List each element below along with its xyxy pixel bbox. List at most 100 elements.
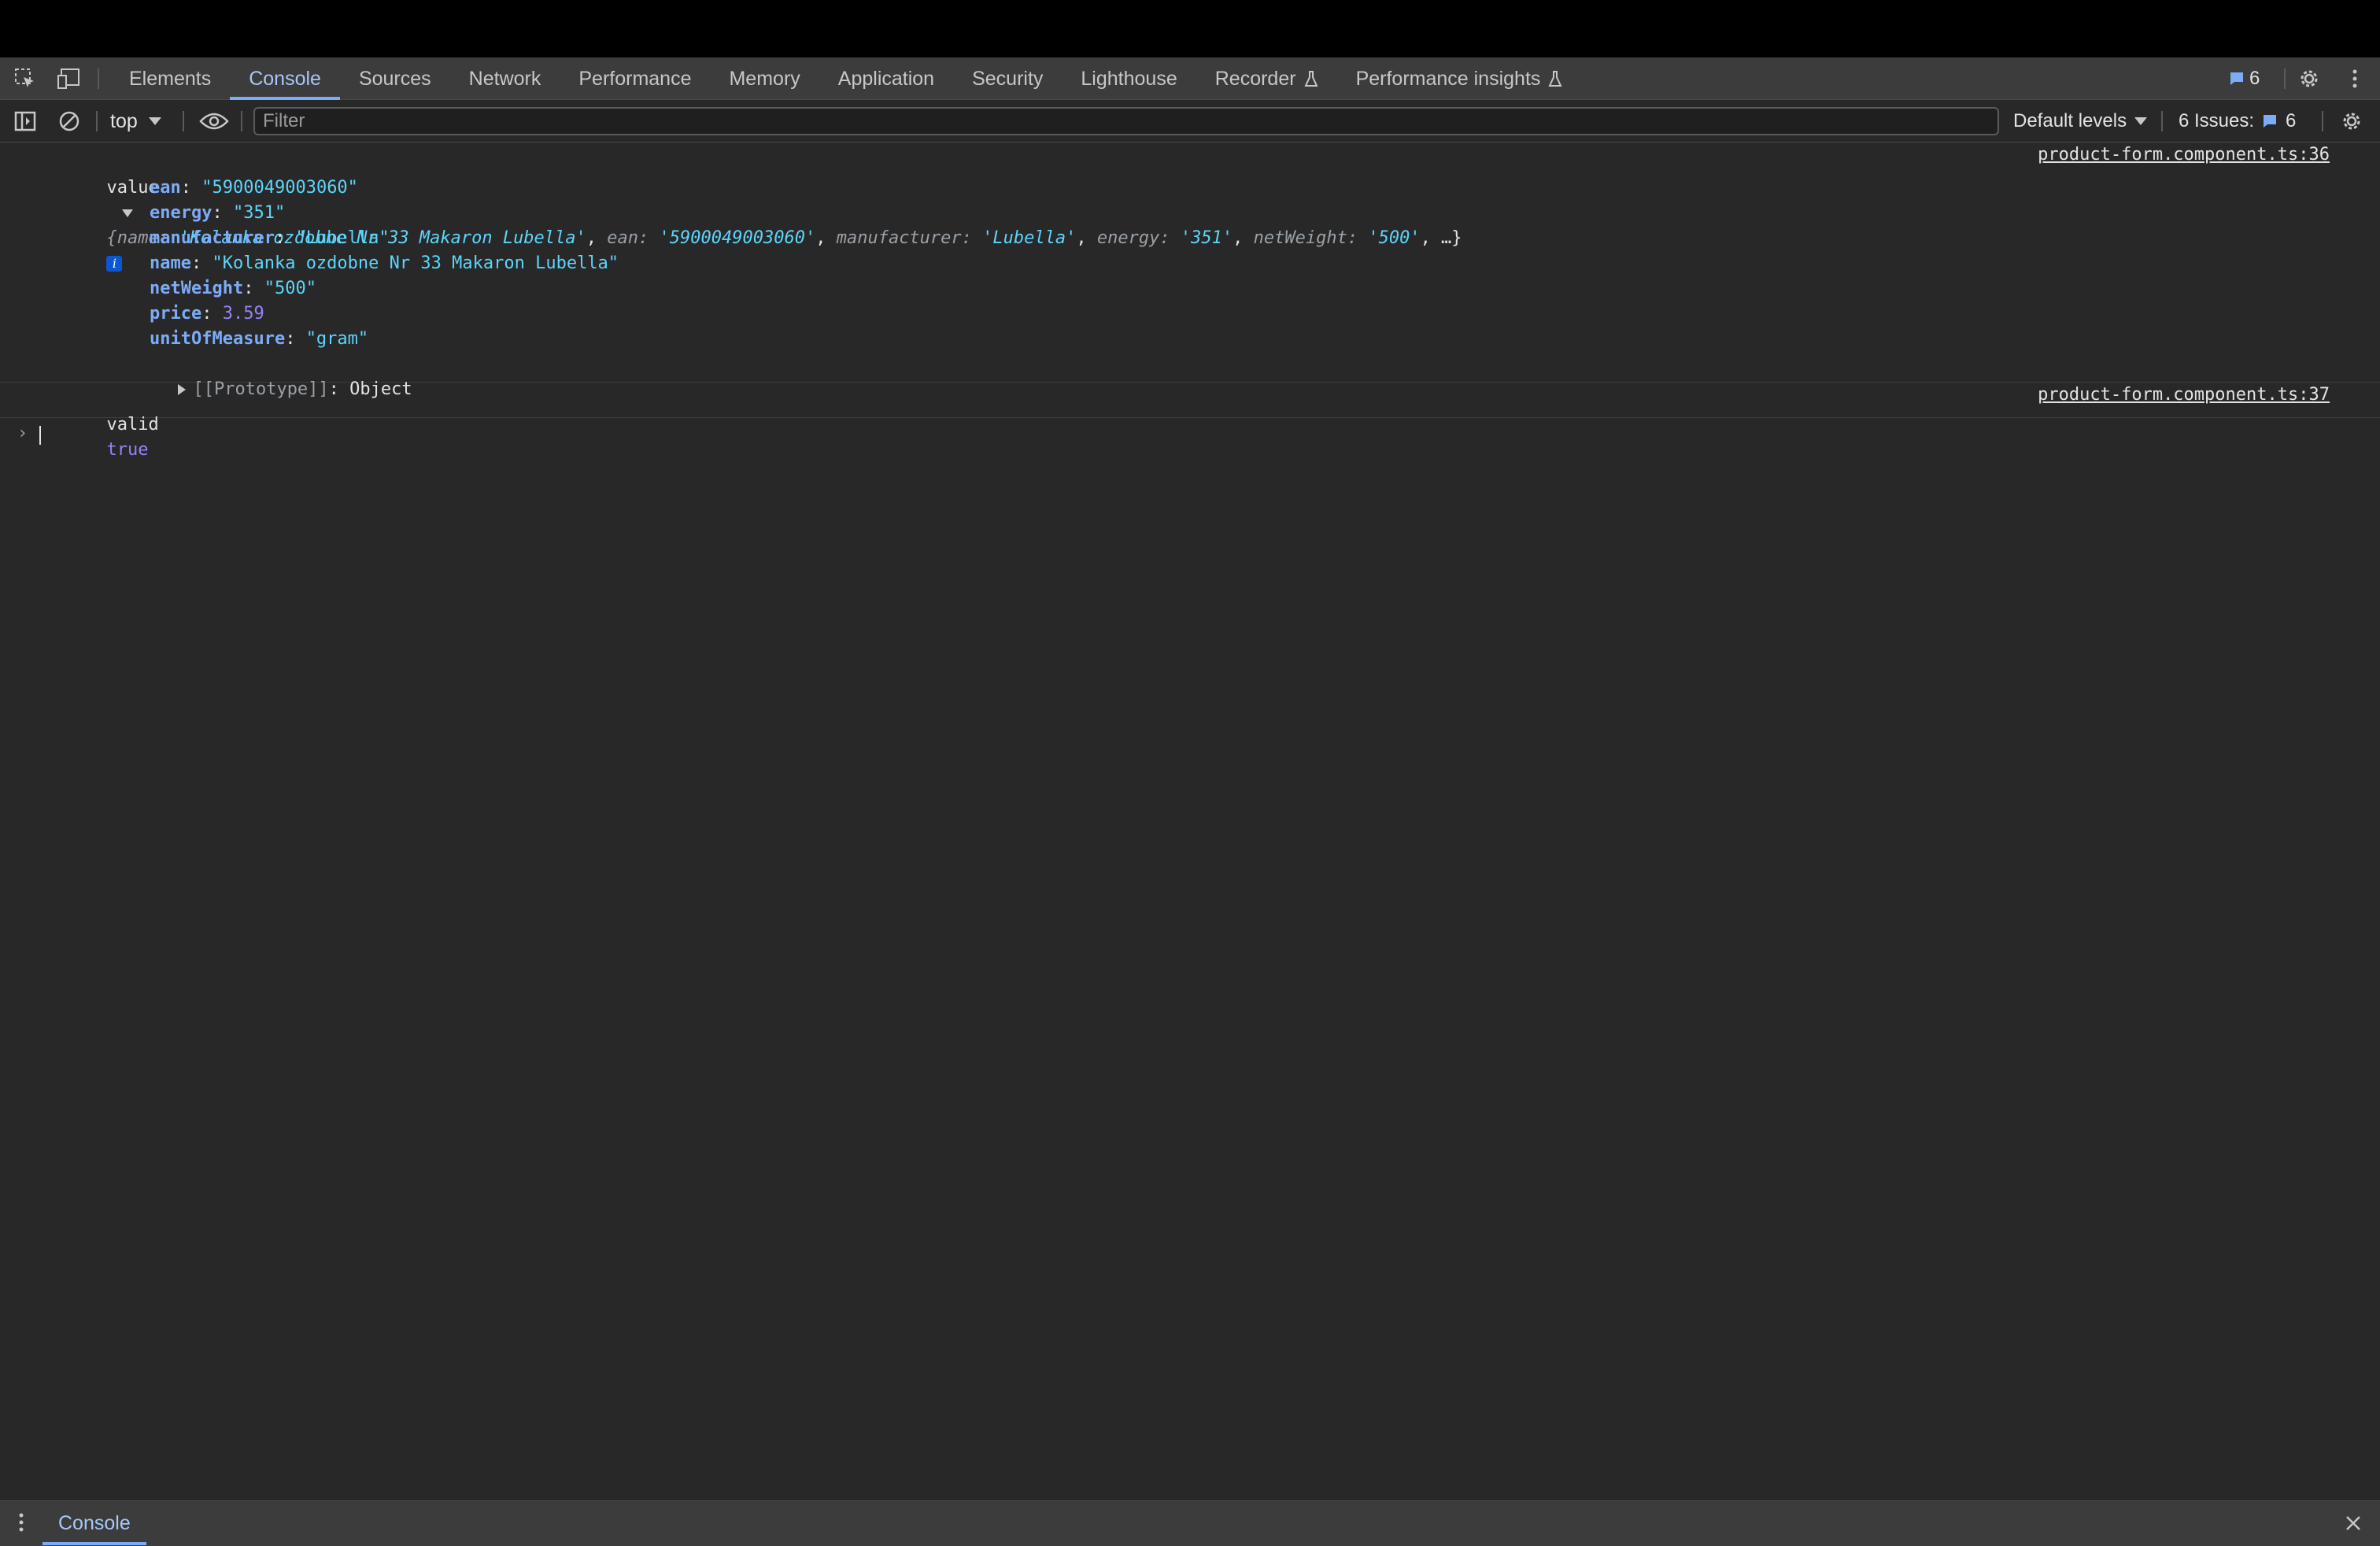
tab-label: Console (249, 68, 321, 90)
console-prompt[interactable]: › (0, 418, 2380, 453)
property-value: "Kolanka ozdobne Nr 33 Makaron Lubella" (212, 253, 619, 273)
console-settings-gear-icon[interactable] (2339, 109, 2364, 133)
tab-label: Lighthouse (1081, 68, 1177, 90)
devtools-main-tabbar: Elements Console Sources Network Performance… (0, 57, 2380, 100)
flask-icon (1548, 71, 1562, 87)
property-value: "Lubella" (295, 228, 390, 248)
object-preview-line[interactable]: value {name: 'Kolanka ozdobne Nr 33 Maka… (0, 150, 2380, 272)
message-icon (2264, 115, 2277, 128)
text-caret (39, 426, 41, 445)
bottom-drawer: Console (0, 1500, 2380, 1546)
console-toolbar: top Default levels 6 Issues: 6 (0, 100, 2380, 142)
preview-key: energy (1096, 228, 1160, 248)
property-key: energy (150, 203, 213, 223)
tab-label: Sources (358, 68, 431, 90)
drawer-tab-console[interactable]: Console (42, 1501, 146, 1545)
tab-performance[interactable]: Performance (560, 57, 710, 100)
tab-label: Network (468, 68, 541, 90)
dropdown-arrow-icon (148, 117, 161, 125)
property-value: 3.59 (222, 304, 264, 324)
message-count: 6 (2249, 68, 2260, 89)
tab-security[interactable]: Security (953, 57, 1062, 100)
inspect-element-icon[interactable] (13, 67, 38, 91)
property-key: name (150, 253, 191, 273)
divider (98, 68, 99, 89)
context-selector[interactable]: top (110, 108, 161, 135)
preview-value: 'Lubella' (982, 228, 1077, 248)
window-top-bar (0, 0, 2380, 57)
divider (96, 111, 98, 131)
tab-label: Performance insights (1355, 68, 1541, 90)
dropdown-arrow-icon (2134, 117, 2148, 125)
preview-value: '5900049003060' (659, 228, 816, 248)
prototype-line[interactable]: [[Prototype]]: Object (0, 352, 2380, 399)
preview-value: '351' (1180, 228, 1233, 248)
property-key: netWeight (150, 279, 244, 298)
property-row: energy: "351" (150, 203, 286, 223)
property-key: price (150, 304, 202, 324)
property-key: ean (150, 178, 181, 198)
tab-application[interactable]: Application (819, 57, 953, 100)
more-options-icon[interactable] (2342, 67, 2367, 91)
device-toolbar-icon[interactable] (57, 67, 82, 91)
tab-label: Performance (578, 68, 692, 90)
source-link[interactable]: product-form.component.ts:36 (2038, 142, 2330, 168)
divider (241, 111, 242, 131)
log-levels-dropdown[interactable]: Default levels (2013, 108, 2148, 135)
tab-recorder[interactable]: Recorder (1196, 57, 1337, 100)
divider (2322, 111, 2323, 131)
console-messages: value {name: 'Kolanka ozdobne Nr 33 Maka… (0, 142, 2380, 460)
divider (2161, 111, 2163, 131)
preview-tail: , …} (1420, 228, 1462, 248)
tab-label: Application (837, 68, 935, 90)
tab-sources[interactable]: Sources (340, 57, 450, 100)
tab-performance-insights[interactable]: Performance insights (1337, 57, 1582, 100)
preview-key: manufacturer (836, 228, 962, 248)
expanded-triangle-icon[interactable] (122, 209, 134, 218)
filter-input[interactable] (253, 107, 1999, 135)
tab-console[interactable]: Console (230, 57, 340, 100)
console-message-value: value {name: 'Kolanka ozdobne Nr 33 Maka… (0, 142, 2380, 399)
preview-value: '500' (1368, 228, 1421, 248)
tab-label: Memory (729, 68, 800, 90)
property-row: name: "Kolanka ozdobne Nr 33 Makaron Lub… (150, 253, 619, 273)
clear-console-icon[interactable] (57, 109, 82, 133)
property-key: unitOfMeasure (150, 329, 286, 349)
property-row: price: 3.59 (150, 304, 264, 324)
tab-lighthouse[interactable]: Lighthouse (1062, 57, 1196, 100)
property-row: netWeight: "500" (150, 279, 316, 298)
property-value: "5900049003060" (201, 178, 358, 198)
preview-key: netWeight (1253, 228, 1347, 248)
tab-label: Security (972, 68, 1044, 90)
info-icon[interactable]: i (106, 256, 123, 272)
source-link[interactable]: product-form.component.ts:37 (2038, 383, 2330, 408)
close-drawer-icon[interactable] (2344, 1514, 2363, 1537)
preview-key: ean (607, 228, 639, 248)
divider (2284, 68, 2286, 89)
drawer-menu-icon[interactable] (17, 1512, 25, 1537)
tab-network[interactable]: Network (450, 57, 560, 100)
property-value: "gram" (305, 329, 369, 349)
issues-button[interactable]: 6 Issues: 6 (2179, 108, 2296, 135)
property-row: ean: "5900049003060" (150, 178, 358, 198)
property-value: "500" (264, 279, 316, 298)
settings-gear-icon[interactable] (2297, 67, 2322, 91)
object-properties: ean: "5900049003060" energy: "351" manufac… (0, 176, 2380, 352)
tab-label: Recorder (1214, 68, 1296, 90)
panel-tabs: Elements Console Sources Network Performance… (110, 57, 1581, 100)
console-message-valid: valid true product-form.component.ts:37 (0, 383, 2380, 460)
tab-elements[interactable]: Elements (110, 57, 230, 100)
live-expression-eye-icon[interactable] (198, 109, 230, 133)
tab-memory[interactable]: Memory (710, 57, 819, 100)
issues-count: 6 (2286, 110, 2297, 131)
flask-icon (1304, 71, 1318, 87)
divider (183, 111, 184, 131)
issues-label: 6 Issues: (2179, 110, 2255, 131)
property-key: manufacturer (150, 228, 275, 248)
sidebar-toggle-icon[interactable] (13, 109, 38, 133)
prompt-chevron-icon: › (17, 423, 28, 443)
message-counter[interactable]: 6 (2229, 67, 2260, 91)
message-icon (2230, 72, 2243, 85)
context-label: top (110, 109, 138, 132)
log-levels-label: Default levels (2013, 110, 2127, 131)
